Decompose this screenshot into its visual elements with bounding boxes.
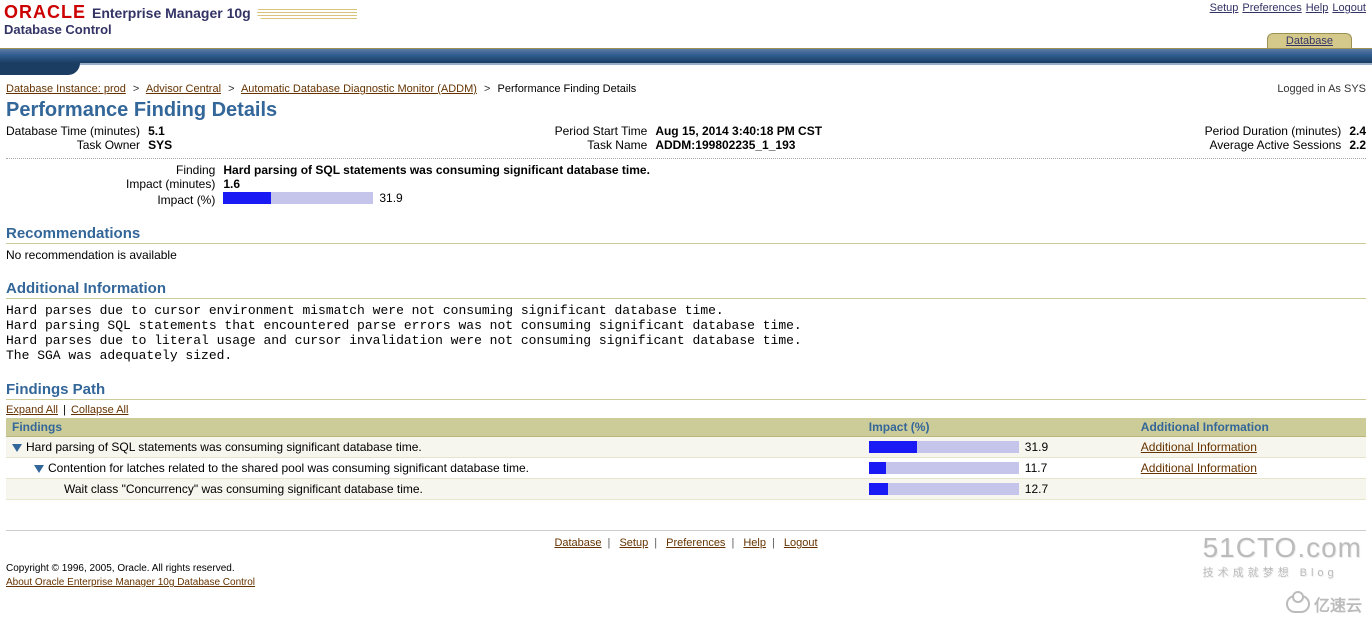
impact-bar-track [869, 462, 1019, 474]
finding-row-text: Wait class "Concurrency" was consuming s… [64, 482, 423, 496]
table-row: Hard parsing of SQL statements was consu… [6, 437, 1366, 458]
impact-bar-fill [869, 483, 888, 495]
crumb-sep: > [129, 83, 143, 95]
impact-value: 12.7 [1025, 482, 1048, 496]
tab-database[interactable]: Database [1267, 33, 1352, 48]
db-time-label: Database Time (minutes) [6, 124, 148, 138]
additional-info-link[interactable]: Additional Information [1141, 440, 1257, 454]
impact-min-label: Impact (minutes) [126, 177, 223, 191]
nav-help[interactable]: Help [1306, 2, 1329, 14]
impact-value: 31.9 [1025, 440, 1048, 454]
breadcrumb: Database Instance: prod > Advisor Centra… [6, 83, 1366, 95]
avg-sess-label: Average Active Sessions [1205, 138, 1350, 152]
footer-help[interactable]: Help [743, 537, 766, 549]
footer-logout[interactable]: Logout [784, 537, 818, 549]
crumb-db-instance[interactable]: Database Instance: prod [6, 83, 126, 95]
finding-row-text: Contention for latches related to the sh… [48, 461, 529, 475]
blue-bar [0, 48, 1372, 65]
copyright: Copyright © 1996, 2005, Oracle. All righ… [6, 563, 1366, 574]
footer-preferences[interactable]: Preferences [666, 537, 725, 549]
additional-info-text: Hard parses due to cursor environment mi… [6, 303, 1366, 363]
logged-in-as: Logged in As SYS [1277, 83, 1366, 95]
impact-value: 11.7 [1025, 461, 1047, 475]
finding-text: Hard parsing of SQL statements was consu… [223, 163, 650, 177]
impact-pct-value: 31.9 [379, 191, 402, 205]
brand-title: Enterprise Manager 10g [92, 5, 251, 21]
top-nav: Setup Preferences Help Logout [1210, 2, 1366, 14]
table-row: Contention for latches related to the sh… [6, 458, 1366, 479]
header: ORACLE Enterprise Manager 10g Database C… [0, 0, 1372, 37]
finding-block: Finding Hard parsing of SQL statements w… [126, 163, 1366, 207]
finding-label: Finding [126, 163, 223, 177]
recommendations-text: No recommendation is available [6, 248, 1366, 262]
crumb-addm[interactable]: Automatic Database Diagnostic Monitor (A… [241, 83, 477, 95]
page-title: Performance Finding Details [6, 99, 1366, 122]
db-time-value: 5.1 [148, 124, 172, 138]
task-name-label: Task Name [555, 138, 656, 152]
period-start-value: Aug 15, 2014 3:40:18 PM CST [655, 124, 822, 138]
additional-info-heading: Additional Information [6, 280, 1366, 299]
impact-bar-fill [223, 192, 271, 204]
findings-table: Findings Impact (%) Additional Informati… [6, 418, 1366, 500]
task-owner-label: Task Owner [6, 138, 148, 152]
brand-block: ORACLE Enterprise Manager 10g Database C… [4, 2, 357, 37]
recommendations-heading: Recommendations [6, 225, 1366, 244]
expand-collapse-row: Expand All | Collapse All [6, 404, 1366, 416]
impact-bar-track [869, 441, 1019, 453]
impact-bar-track [223, 192, 373, 204]
footer-setup[interactable]: Setup [619, 537, 648, 549]
crumb-sep: > [480, 83, 494, 95]
finding-row-text: Hard parsing of SQL statements was consu… [26, 440, 422, 454]
period-dur-label: Period Duration (minutes) [1205, 124, 1350, 138]
task-name-value: ADDM:199802235_1_193 [655, 138, 822, 152]
expand-all-link[interactable]: Expand All [6, 404, 58, 416]
col-additional: Additional Information [1135, 418, 1366, 437]
nav-setup[interactable]: Setup [1210, 2, 1239, 14]
footer-nav: Database| Setup| Preferences| Help| Logo… [6, 537, 1366, 549]
impact-pct-label: Impact (%) [126, 191, 223, 207]
brand-bars-icon [257, 7, 357, 19]
impact-min-value: 1.6 [223, 177, 650, 191]
period-start-label: Period Start Time [555, 124, 656, 138]
collapse-icon[interactable] [12, 444, 22, 452]
divider [6, 158, 1366, 159]
avg-sess-value: 2.2 [1349, 138, 1366, 152]
brand-subtitle: Database Control [4, 22, 357, 37]
crumb-current: Performance Finding Details [498, 83, 637, 95]
period-dur-value: 2.4 [1349, 124, 1366, 138]
impact-bar-track [869, 483, 1019, 495]
col-impact: Impact (%) [863, 418, 1135, 437]
additional-info-link[interactable]: Additional Information [1141, 461, 1257, 475]
crumb-sep: > [224, 83, 238, 95]
findings-path-heading: Findings Path [6, 381, 1366, 400]
task-owner-value: SYS [148, 138, 172, 152]
oracle-logo: ORACLE [4, 2, 86, 23]
table-row: Wait class "Concurrency" was consuming s… [6, 479, 1366, 500]
footer-database[interactable]: Database [554, 537, 601, 549]
watermark-yisu: 亿速云 [1286, 592, 1362, 616]
crumb-advisor-central[interactable]: Advisor Central [146, 83, 221, 95]
collapse-icon[interactable] [34, 465, 44, 473]
collapse-all-link[interactable]: Collapse All [71, 404, 128, 416]
about-link[interactable]: About Oracle Enterprise Manager 10g Data… [6, 577, 255, 588]
summary-row: Database Time (minutes) 5.1 Task Owner S… [6, 124, 1366, 152]
col-findings: Findings [6, 418, 863, 437]
impact-bar-fill [869, 441, 917, 453]
footer-divider [6, 530, 1366, 531]
impact-bar-fill [869, 462, 887, 474]
cloud-icon [1286, 595, 1310, 613]
nav-preferences[interactable]: Preferences [1242, 2, 1301, 14]
nav-logout[interactable]: Logout [1332, 2, 1366, 14]
